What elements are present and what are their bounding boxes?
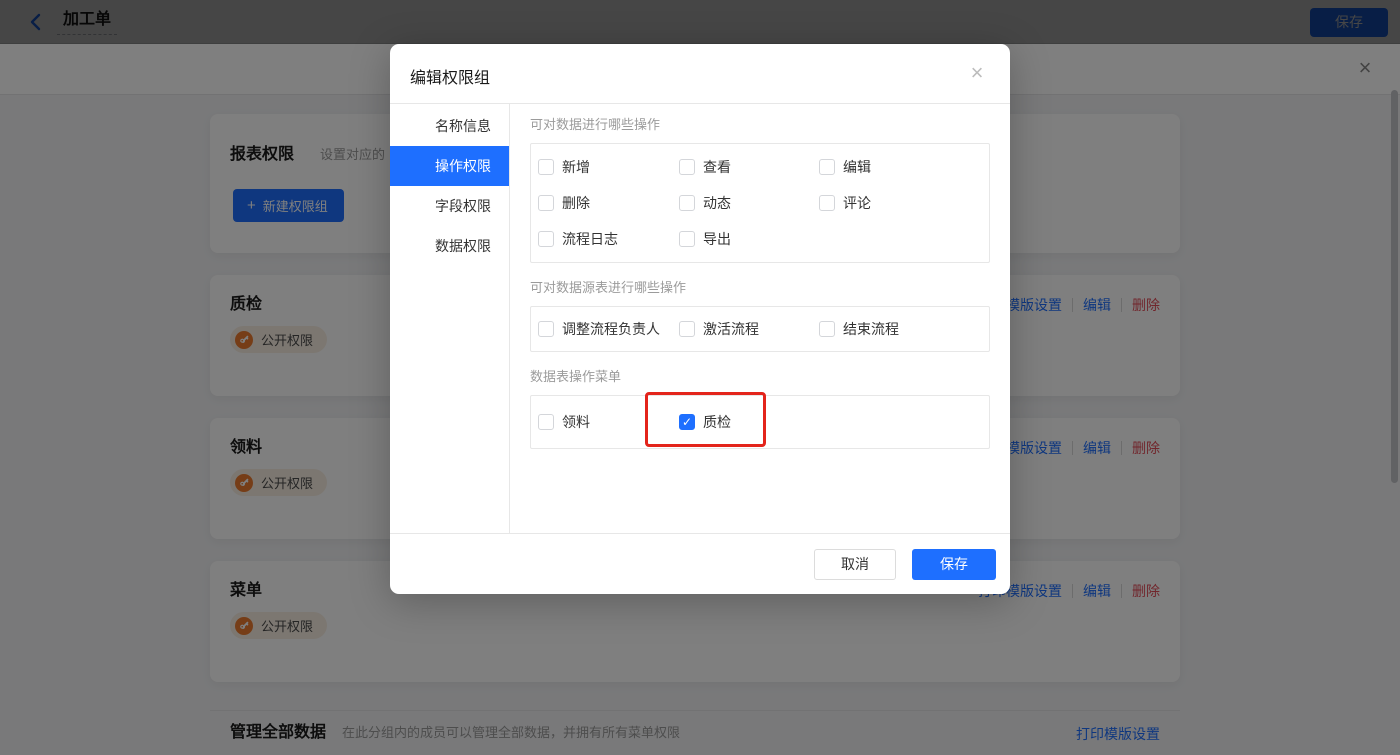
checkbox-icon (538, 231, 554, 247)
tab-name-info[interactable]: 名称信息 (390, 106, 509, 146)
dialog-tab-list: 名称信息 操作权限 字段权限 数据权限 (390, 104, 510, 533)
dialog-header: 编辑权限组 × (390, 44, 1010, 104)
screen: 加工单 保存 × 报表权限 设置对应的「 + 新建权限组 质检 (0, 0, 1400, 755)
checkbox-option-quality-check[interactable]: 质检 (679, 404, 989, 440)
checkbox-icon (679, 414, 695, 430)
checkbox-option[interactable]: 动态 (679, 185, 819, 221)
checkbox-option[interactable]: 导出 (679, 221, 819, 257)
tab-operation-permission[interactable]: 操作权限 (390, 146, 509, 186)
checkbox-icon (819, 321, 835, 337)
checkbox-icon (538, 414, 554, 430)
checkbox-option[interactable]: 新增 (538, 149, 679, 185)
checkbox-icon (679, 231, 695, 247)
checkbox-icon (819, 195, 835, 211)
checkbox-icon (538, 159, 554, 175)
checkbox-option[interactable]: 流程日志 (538, 221, 679, 257)
checkbox-option[interactable]: 领料 (538, 404, 679, 440)
dialog-title: 编辑权限组 (410, 70, 491, 87)
dialog-content: 可对数据进行哪些操作 新增 查看 编辑 删除 动态 评论 流程日志 导出 可对数… (510, 104, 1010, 533)
group-label: 可对数据源表进行哪些操作 (530, 280, 687, 295)
checkbox-option[interactable]: 编辑 (819, 149, 989, 185)
checkbox-option[interactable]: 激活流程 (679, 311, 819, 347)
tab-field-permission[interactable]: 字段权限 (390, 186, 509, 226)
cancel-button[interactable]: 取消 (814, 548, 896, 580)
checkbox-option[interactable]: 调整流程负责人 (538, 311, 679, 347)
save-button[interactable]: 保存 (912, 548, 996, 580)
checkbox-option[interactable]: 评论 (819, 185, 989, 221)
datasource-operations-box: 调整流程负责人 激活流程 结束流程 (530, 306, 990, 352)
dialog-body: 名称信息 操作权限 字段权限 数据权限 可对数据进行哪些操作 新增 查看 编辑 … (390, 104, 1010, 533)
edit-permission-group-dialog: 编辑权限组 × 名称信息 操作权限 字段权限 数据权限 可对数据进行哪些操作 新… (390, 44, 1010, 594)
group-label: 数据表操作菜单 (530, 369, 622, 384)
checkbox-icon (679, 159, 695, 175)
data-operations-box: 新增 查看 编辑 删除 动态 评论 流程日志 导出 (530, 143, 990, 263)
checkbox-icon (538, 321, 554, 337)
checkbox-option[interactable]: 结束流程 (819, 311, 989, 347)
dialog-close-icon[interactable]: × (966, 62, 988, 84)
checkbox-icon (538, 195, 554, 211)
group-label: 可对数据进行哪些操作 (530, 117, 661, 132)
table-menu-box: 领料 质检 (530, 392, 990, 449)
checkbox-icon (679, 195, 695, 211)
checkbox-icon (819, 159, 835, 175)
tab-data-permission[interactable]: 数据权限 (390, 226, 509, 266)
checkbox-icon (679, 321, 695, 337)
checkbox-option[interactable]: 删除 (538, 185, 679, 221)
dialog-footer: 取消 保存 (390, 533, 1010, 594)
checkbox-option[interactable]: 查看 (679, 149, 819, 185)
